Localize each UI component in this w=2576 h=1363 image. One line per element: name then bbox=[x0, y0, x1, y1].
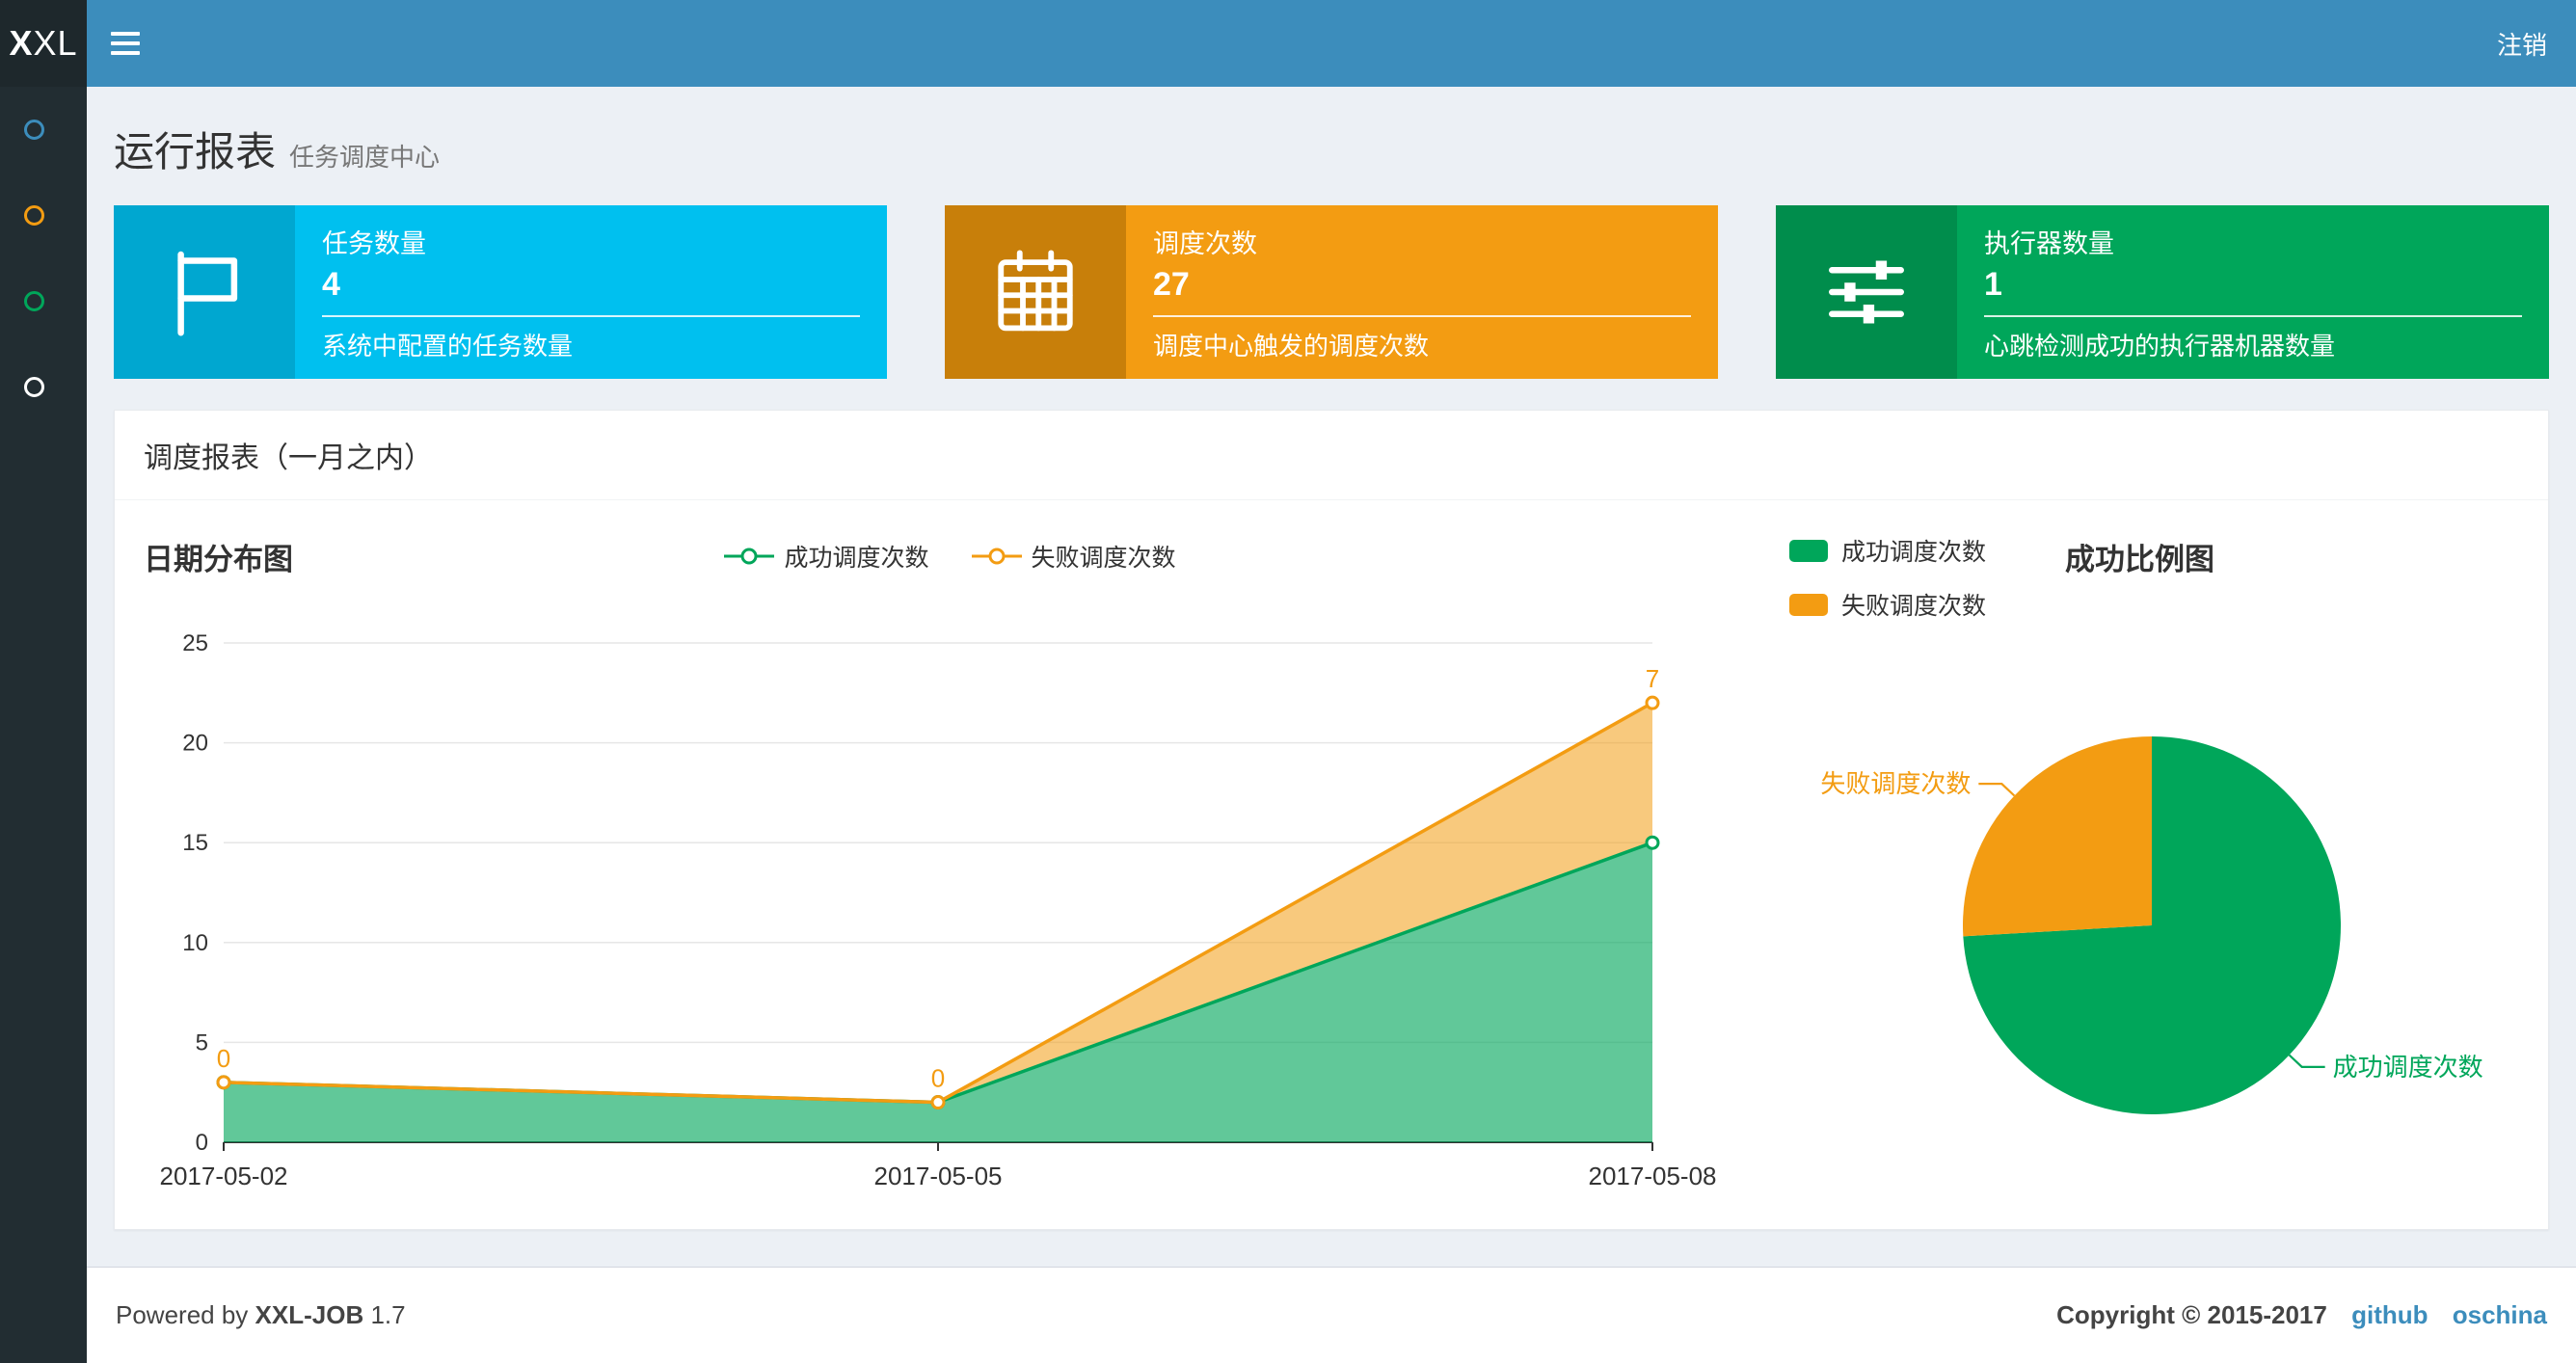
info-box-desc: 调度中心触发的调度次数 bbox=[1153, 331, 1430, 361]
svg-text:成功调度次数: 成功调度次数 bbox=[2333, 1053, 2483, 1082]
info-box-row: 任务数量 4 系统中配置的任务数量 调度次数 27 调度中心触发的调度次数 执行… bbox=[114, 205, 2549, 379]
report-panel: 调度报表（一月之内） 日期分布图 成功调度次数 失败调度次数 0 5 10 15… bbox=[114, 410, 2549, 1230]
legend-label: 成功调度次数 bbox=[1841, 539, 1987, 566]
panel-title: 调度报表（一月之内） bbox=[115, 411, 2548, 500]
info-box-title: 执行器数量 bbox=[1984, 228, 2114, 258]
divider bbox=[1984, 314, 2522, 317]
success-ratio-section: 成功调度次数 失败调度次数 成功比例图 成功调度次数 失败调度次数 bbox=[1785, 500, 2548, 1229]
info-box-desc: 心跳检测成功的执行器机器数量 bbox=[1984, 331, 2336, 361]
flag-icon bbox=[114, 205, 295, 379]
line-series-marker-icon bbox=[971, 548, 1022, 565]
sidebar-item-3[interactable] bbox=[0, 258, 87, 344]
copyright: Copyright © 2015-2017 bbox=[2056, 1300, 2327, 1329]
date-distribution-section: 日期分布图 成功调度次数 失败调度次数 0 5 10 15 20 25 2017… bbox=[115, 500, 1785, 1229]
svg-text:2017-05-02: 2017-05-02 bbox=[160, 1162, 288, 1190]
panel-body: 日期分布图 成功调度次数 失败调度次数 0 5 10 15 20 25 2017… bbox=[115, 500, 2548, 1229]
svg-text:25: 25 bbox=[182, 630, 208, 656]
svg-text:0: 0 bbox=[196, 1130, 208, 1156]
sliders-icon bbox=[1776, 205, 1957, 379]
brand-name: XXL-JOB bbox=[255, 1300, 364, 1329]
page-subtitle: 任务调度中心 bbox=[289, 143, 441, 172]
info-box-task-count: 任务数量 4 系统中配置的任务数量 bbox=[114, 205, 887, 379]
line-chart-legend: 成功调度次数 失败调度次数 bbox=[115, 539, 1785, 574]
info-box-title: 任务数量 bbox=[322, 228, 426, 258]
hamburger-icon bbox=[111, 32, 140, 36]
svg-text:10: 10 bbox=[182, 930, 208, 956]
page-header: 运行报表 任务调度中心 bbox=[87, 87, 2576, 178]
svg-text:5: 5 bbox=[196, 1029, 208, 1056]
logo-text-bold: X bbox=[9, 23, 34, 63]
main-content: 运行报表 任务调度中心 任务数量 4 系统中配置的任务数量 调度次数 27 调度… bbox=[87, 87, 2576, 1363]
footer-right: Copyright © 2015-2017 github oschina bbox=[2056, 1300, 2547, 1330]
sidebar-item-2[interactable] bbox=[0, 173, 87, 258]
date-distribution-chart: 05101520252017-05-02 2017-05-05 2017-05-08… bbox=[160, 630, 1717, 1190]
info-box-value: 4 bbox=[322, 265, 340, 303]
svg-text:15: 15 bbox=[182, 830, 208, 856]
svg-text:20: 20 bbox=[182, 731, 208, 757]
sidebar-item-4[interactable] bbox=[0, 344, 87, 430]
info-box-value: 1 bbox=[1984, 265, 2002, 303]
circle-icon bbox=[24, 377, 44, 397]
pie-chart-title: 成功比例图 bbox=[2065, 543, 2214, 576]
info-box-desc: 系统中配置的任务数量 bbox=[322, 331, 574, 361]
success-ratio-pie-chart: 成功调度次数 失败调度次数 bbox=[1820, 736, 2483, 1114]
info-box-trigger-count: 调度次数 27 调度中心触发的调度次数 bbox=[945, 205, 1718, 379]
circle-icon bbox=[24, 120, 44, 140]
legend-swatch-icon bbox=[1789, 539, 1828, 562]
svg-text:失败调度次数: 失败调度次数 bbox=[1820, 769, 1971, 798]
logout-link[interactable]: 注销 bbox=[2468, 0, 2576, 87]
sidebar bbox=[0, 87, 87, 1363]
version: 1.7 bbox=[370, 1300, 406, 1329]
legend-item-fail[interactable]: 失败调度次数 bbox=[971, 539, 1176, 574]
circle-icon bbox=[24, 291, 44, 311]
legend-item-success[interactable]: 成功调度次数 bbox=[724, 539, 929, 574]
divider bbox=[322, 314, 860, 317]
calendar-icon bbox=[945, 205, 1126, 379]
legend-label: 失败调度次数 bbox=[1031, 545, 1176, 572]
info-box-value: 27 bbox=[1153, 265, 1190, 303]
svg-text:7: 7 bbox=[1646, 664, 1659, 693]
circle-icon bbox=[24, 205, 44, 226]
svg-text:2017-05-05: 2017-05-05 bbox=[874, 1162, 1003, 1190]
page-title: 运行报表 bbox=[114, 129, 277, 174]
legend-item-success[interactable]: 成功调度次数 bbox=[1789, 533, 1986, 568]
logo-text: XL bbox=[33, 23, 78, 63]
legend-label: 成功调度次数 bbox=[784, 545, 929, 572]
powered-by: Powered by XXL-JOB 1.7 bbox=[116, 1300, 406, 1329]
sidebar-toggle-button[interactable] bbox=[87, 0, 164, 87]
divider bbox=[1153, 314, 1691, 317]
line-series-marker-icon bbox=[724, 548, 775, 565]
svg-text:2017-05-08: 2017-05-08 bbox=[1589, 1162, 1717, 1190]
sidebar-item-1[interactable] bbox=[0, 87, 87, 173]
github-link[interactable]: github bbox=[2351, 1300, 2428, 1329]
page-footer: Powered by XXL-JOB 1.7 Copyright © 2015-… bbox=[87, 1267, 2576, 1363]
svg-text:0: 0 bbox=[931, 1064, 945, 1093]
svg-text:0: 0 bbox=[217, 1044, 230, 1073]
info-box-executor-count: 执行器数量 1 心跳检测成功的执行器机器数量 bbox=[1776, 205, 2549, 379]
logo[interactable]: X XL bbox=[0, 0, 87, 87]
oschina-link[interactable]: oschina bbox=[2453, 1300, 2547, 1329]
top-navbar: X XL 注销 bbox=[0, 0, 2576, 87]
info-box-title: 调度次数 bbox=[1153, 228, 1257, 258]
